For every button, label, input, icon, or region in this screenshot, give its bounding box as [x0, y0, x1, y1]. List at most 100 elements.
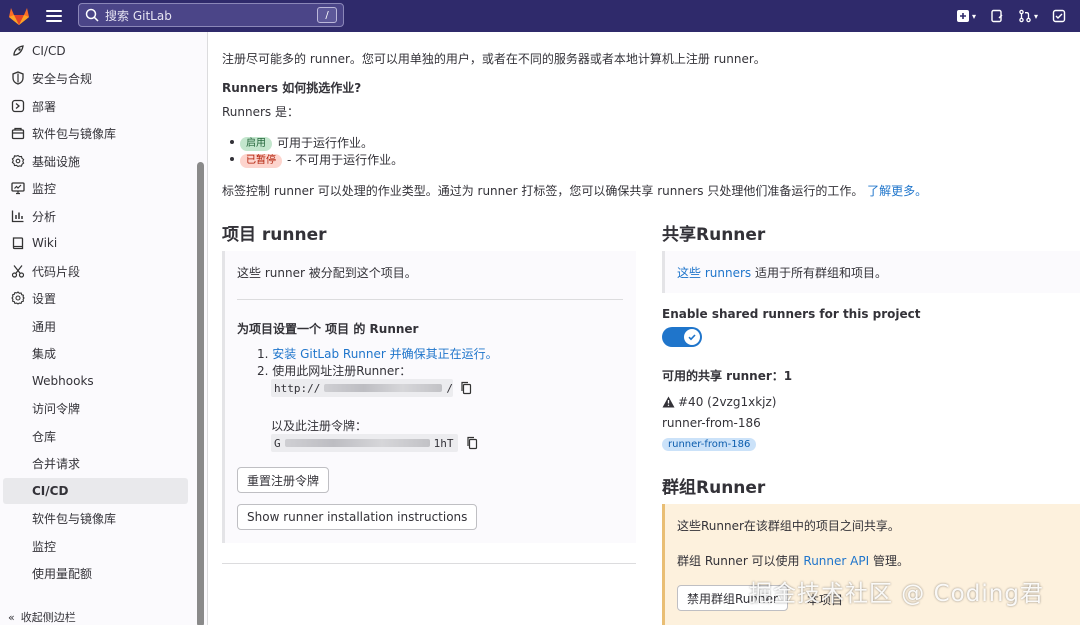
watermark-text: 掘金技术社区 @ Coding君 — [749, 581, 1044, 607]
redacted-token — [284, 439, 430, 447]
divider — [222, 563, 636, 564]
divider — [237, 299, 623, 300]
bullet-dot — [230, 157, 234, 161]
project-runner-heading: 项目 runner — [222, 225, 327, 245]
copy-token-icon[interactable] — [466, 436, 478, 450]
sidebar-subitem-usage-quotas[interactable]: 使用量配额 — [3, 560, 188, 586]
reset-registration-token-button[interactable]: 重置注册令牌 — [237, 467, 330, 493]
sidebar-item-label: 软件包与镜像库 — [32, 126, 117, 141]
package-icon — [10, 125, 26, 141]
top-bar: 搜索 GitLab / ▾ ▾ — [0, 0, 1080, 32]
sidebar-item-packages[interactable]: 软件包与镜像库 — [3, 120, 188, 146]
todos-button[interactable] — [1052, 9, 1066, 23]
sidebar-item-label: 安全与合规 — [32, 71, 93, 86]
install-gitlab-runner-link[interactable]: 安装 GitLab Runner 并确保其正在运行。 — [272, 347, 497, 361]
monitor-icon — [10, 180, 26, 196]
show-runner-install-instructions-button[interactable]: Show runner installation instructions — [237, 504, 478, 530]
group-runner-info-text: 这些Runner在该群组中的项目之间共享。 — [677, 519, 900, 533]
runner-api-link[interactable]: Runner API — [803, 554, 869, 568]
sidebar-subitem-packages[interactable]: 软件包与镜像库 — [3, 505, 188, 531]
redacted-url — [324, 384, 443, 392]
shared-runners-link[interactable]: 这些 runners — [677, 266, 751, 280]
sidebar-item-deploy[interactable]: 部署 — [3, 93, 188, 119]
cloud-gear-icon — [10, 153, 26, 169]
sidebar-subitem-webhooks[interactable]: Webhooks — [3, 368, 188, 394]
enable-shared-runners-toggle[interactable] — [662, 327, 702, 347]
group-runner-manage-prefix: 群组 Runner 可以使用 — [677, 554, 804, 568]
project-runner-assigned-text: 这些 runner 被分配到这个项目。 — [237, 266, 417, 280]
sidebar-item-label: Wiki — [32, 236, 58, 250]
shared-runner-info-text: 适用于所有群组和项目。 — [751, 266, 887, 280]
shared-runner-name: runner-from-186 — [662, 416, 761, 430]
double-chevron-left-icon: « — [8, 610, 15, 624]
merge-request-icon — [1019, 9, 1031, 23]
step-1-number: 1. — [257, 347, 269, 361]
registration-url-suffix: / — [446, 381, 453, 395]
sidebar-item-cicd[interactable]: CI/CD — [3, 38, 188, 64]
tags-info-line: 标签控制 runner 可以处理的作业类型。通过为 runner 打标签，您可以… — [222, 182, 927, 199]
sidebar-subitem-label: 仓库 — [32, 429, 57, 444]
bullet-dot — [230, 140, 234, 144]
enabled-description: 可用于运行作业。 — [277, 136, 374, 150]
registration-url-prefix: http:// — [274, 381, 321, 395]
todo-check-icon — [1052, 9, 1066, 23]
sidebar-item-wiki[interactable]: Wiki — [3, 230, 188, 256]
toggle-knob — [684, 329, 700, 345]
sidebar-subitem-monitor[interactable]: 监控 — [3, 533, 188, 559]
sidebar-subitem-label: 监控 — [32, 539, 57, 554]
how-runners-pick-jobs-heading: Runners 如何挑选作业? — [222, 81, 362, 95]
sidebar-item-security[interactable]: 安全与合规 — [3, 65, 188, 91]
rocket-icon — [10, 43, 26, 59]
shared-runner-id[interactable]: #40 (2vzg1xkjz) — [678, 395, 776, 409]
sidebar-item-label: 设置 — [32, 291, 57, 306]
shared-runner-id-line: #40 (2vzg1xkjz) — [662, 395, 776, 409]
registration-url-field: http:// / — [271, 379, 453, 397]
copy-url-icon[interactable] — [460, 381, 472, 395]
sidebar-item-analytics[interactable]: 分析 — [3, 203, 188, 229]
issues-icon — [991, 9, 1003, 23]
collapse-sidebar-button[interactable]: « 收起侧边栏 — [8, 609, 76, 625]
sidebar-item-label: 代码片段 — [32, 264, 81, 279]
project-runner-panel — [222, 251, 636, 543]
sidebar-scrollbar[interactable] — [197, 162, 204, 625]
sidebar-item-label: 基础设施 — [32, 154, 81, 169]
sidebar-subitem-repository[interactable]: 仓库 — [3, 423, 188, 449]
sidebar-item-settings[interactable]: 设置 — [3, 285, 188, 311]
sidebar-subitem-integrations[interactable]: 集成 — [3, 340, 188, 366]
enabled-status-line: 启用 可用于运行作业。 — [240, 134, 373, 151]
issues-button[interactable] — [990, 9, 1004, 23]
gitlab-logo-icon[interactable] — [8, 6, 30, 26]
runners-are-text: Runners 是： — [222, 105, 299, 119]
settings-icon — [10, 290, 26, 306]
token-label: 以及此注册令牌： — [271, 419, 368, 433]
sidebar-subitem-cicd[interactable]: CI/CD — [3, 478, 188, 504]
sidebar-item-snippets[interactable]: 代码片段 — [3, 258, 188, 284]
setup-runner-heading: 为项目设置一个 项目 的 Runner — [237, 322, 419, 336]
search-input[interactable]: 搜索 GitLab / — [78, 3, 344, 27]
sidebar: CI/CD 安全与合规 部署 软件包与镜像库 基础设施 监控 分析 Wiki 代… — [0, 32, 208, 625]
step-2-text: 2. 使用此网址注册Runner： — [257, 364, 412, 378]
chart-icon — [10, 208, 26, 224]
shared-runner-info-line: 这些 runners 适用于所有群组和项目。 — [677, 264, 887, 281]
paused-description: - 不可用于运行作业。 — [287, 153, 404, 167]
sidebar-item-infrastructure[interactable]: 基础设施 — [3, 148, 188, 174]
scissors-icon — [10, 263, 26, 279]
sidebar-subitem-merge-requests[interactable]: 合并请求 — [3, 450, 188, 476]
search-shortcut: / — [317, 7, 337, 23]
check-icon — [688, 334, 696, 341]
sidebar-subitem-label: 软件包与镜像库 — [32, 511, 117, 526]
search-placeholder: 搜索 GitLab — [105, 8, 172, 23]
menu-icon[interactable] — [46, 10, 62, 22]
sidebar-item-monitor[interactable]: 监控 — [3, 175, 188, 201]
enable-shared-runners-label: Enable shared runners for this project — [662, 307, 921, 321]
merge-requests-button[interactable]: ▾ — [1018, 9, 1038, 23]
runner-tag-badge: runner-from-186 — [662, 438, 757, 451]
sidebar-subitem-label: 使用量配额 — [32, 566, 93, 581]
create-new-button[interactable]: ▾ — [956, 9, 976, 23]
learn-more-link[interactable]: 了解更多。 — [867, 184, 927, 198]
sidebar-subitem-access-tokens[interactable]: 访问令牌 — [3, 395, 188, 421]
sidebar-subitem-label: Webhooks — [32, 374, 94, 388]
enabled-badge: 启用 — [240, 136, 272, 151]
sidebar-subitem-general[interactable]: 通用 — [3, 313, 188, 339]
registration-token-suffix: 1hT — [433, 436, 454, 450]
